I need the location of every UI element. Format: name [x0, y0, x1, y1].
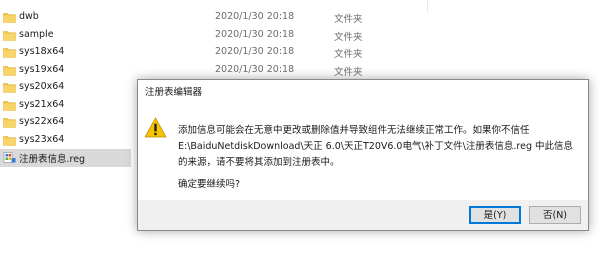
- folder-icon: [3, 118, 16, 128]
- file-date: 2020/1/30 20:18: [215, 11, 295, 22]
- file-name: sys18x64: [19, 46, 65, 57]
- yes-button[interactable]: 是(Y): [469, 206, 521, 224]
- file-name: dwb: [19, 11, 39, 22]
- file-name: sys19x64: [19, 63, 65, 75]
- folder-icon: [3, 135, 16, 146]
- folder-icon: [3, 65, 16, 76]
- dialog-body: 添加信息可能会在无意中更改或删除值并导致组件无法继续正常工作。如果你不信任 E:…: [138, 99, 588, 190]
- folder-icon: [3, 48, 16, 58]
- folder-icon: [3, 30, 16, 41]
- dialog-message: 添加信息可能会在无意中更改或删除值并导致组件无法继续正常工作。如果你不信任 E:…: [178, 123, 580, 171]
- file-name: sys21x64: [19, 98, 65, 110]
- file-type: 文件夹: [334, 49, 363, 60]
- dialog-footer: 是(Y) 否(N): [138, 200, 588, 230]
- file-row[interactable]: sys18x64 2020/1/30 20:18 文件夹: [0, 44, 600, 62]
- message-line: 添加信息可能会在无意中更改或删除值并导致组件无法继续正常工作。如果你不信任: [178, 125, 530, 136]
- file-name: sys20x64: [19, 81, 65, 92]
- reg-file-icon: [3, 152, 16, 163]
- folder-icon: [3, 83, 16, 93]
- confirm-question: 确定要继续吗?: [178, 179, 241, 190]
- registry-editor-dialog: 注册表编辑器 添加信息可能会在无意中更改或删除值并导致组件无法继续正常工作。如果…: [137, 79, 589, 231]
- file-name: 注册表信息.reg: [19, 154, 86, 165]
- file-name: sys22x64: [19, 116, 65, 127]
- file-row[interactable]: sys19x64 2020/1/30 20:18 文件夹: [0, 62, 600, 80]
- message-line: 的来源，请不要将其添加到注册表中。: [178, 157, 340, 168]
- file-date: 2020/1/30 20:18: [215, 63, 295, 75]
- screen: dwb 2020/1/30 20:18 文件夹 sample 2020/1/30 20:…: [0, 0, 600, 274]
- folder-icon: [3, 100, 16, 111]
- file-type: 文件夹: [334, 66, 363, 78]
- folder-icon: [3, 13, 16, 23]
- file-row[interactable]: dwb 2020/1/30 20:18 文件夹: [0, 9, 600, 27]
- message-line: E:\BaiduNetdiskDownload\天正 6.0\天正T20V6.0…: [178, 141, 573, 152]
- warning-icon: [144, 117, 167, 138]
- file-date: 2020/1/30 20:18: [215, 28, 295, 40]
- file-name: sys23x64: [19, 133, 65, 145]
- no-button[interactable]: 否(N): [529, 206, 581, 224]
- file-name: sample: [19, 28, 54, 40]
- file-date: 2020/1/30 20:18: [215, 46, 295, 57]
- file-type: 文件夹: [334, 31, 363, 43]
- dialog-title: 注册表编辑器: [145, 87, 203, 98]
- file-row[interactable]: sample 2020/1/30 20:18 文件夹: [0, 27, 600, 45]
- file-type: 文件夹: [334, 14, 363, 25]
